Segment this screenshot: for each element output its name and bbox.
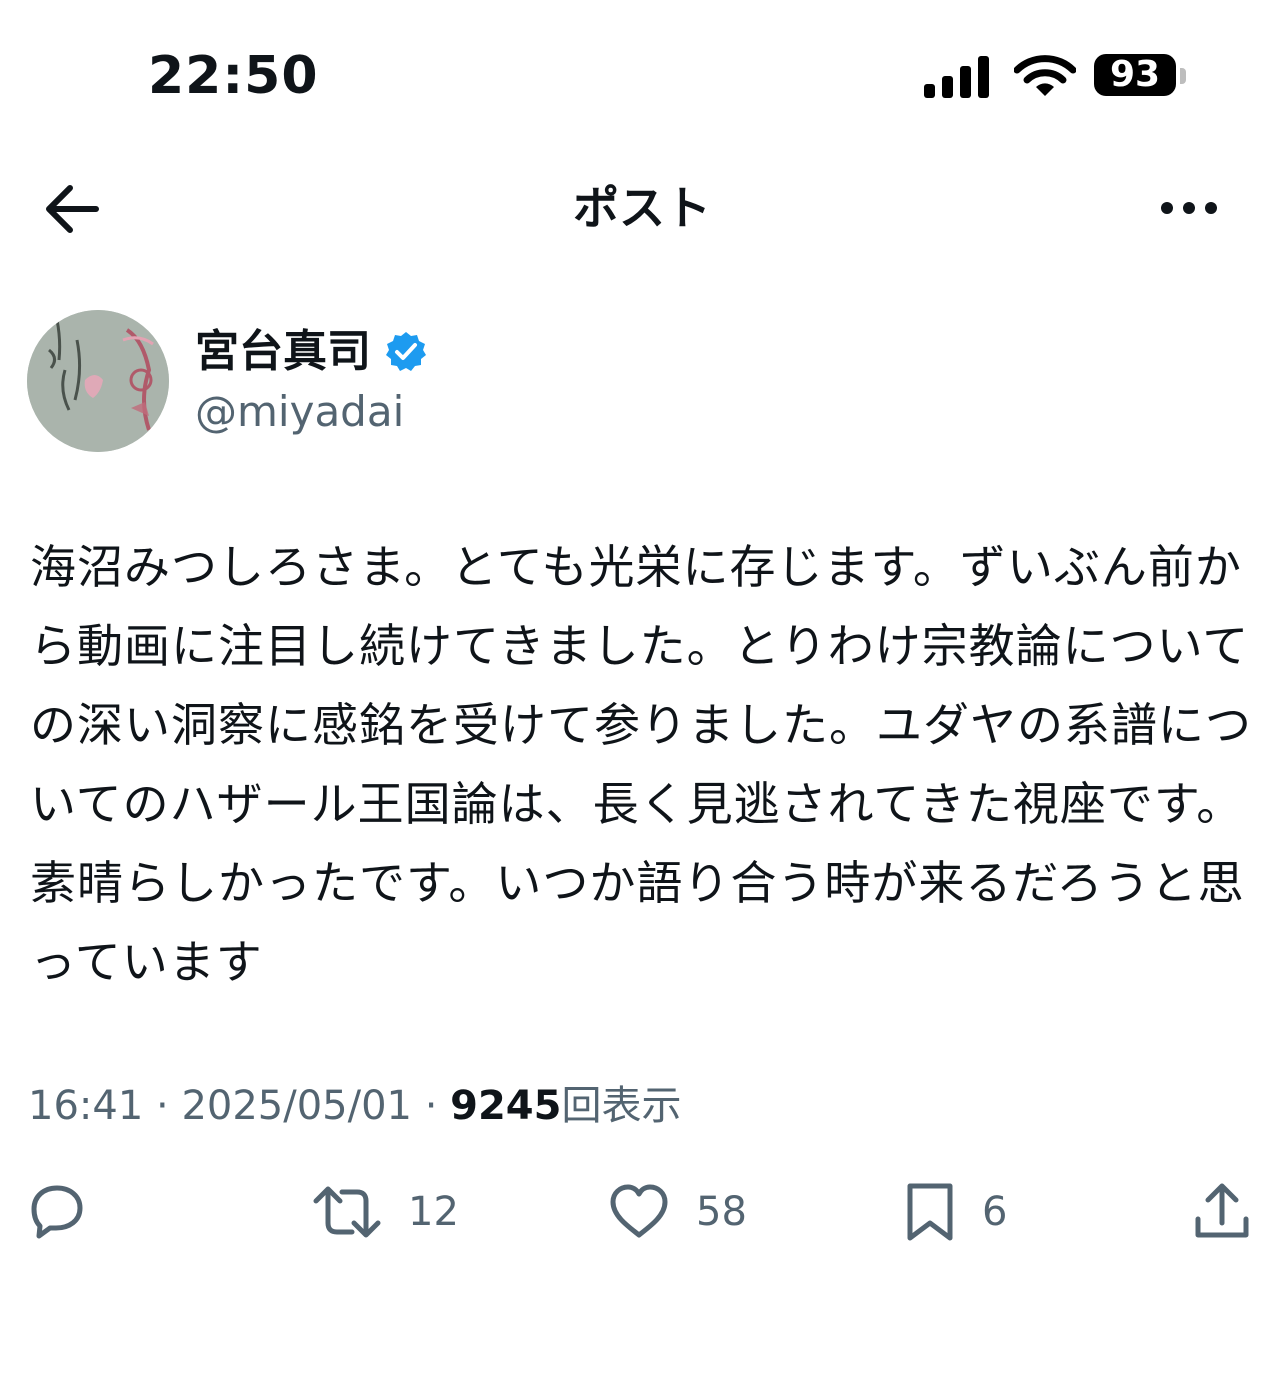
battery-cap [1180,68,1186,84]
page-title: ポスト [573,181,711,235]
like-count: 58 [696,1189,747,1235]
meta-separator: · [156,1083,169,1129]
bookmark-button[interactable]: 6 [904,1180,1007,1244]
battery-level: 93 [1109,54,1161,95]
views-count: 9245 [450,1083,562,1129]
status-icons: 93 [922,52,1192,102]
retweet-count: 12 [408,1189,459,1235]
reply-button[interactable] [26,1180,114,1244]
verified-badge-icon [386,332,426,371]
share-icon [1195,1183,1249,1238]
bookmark-count: 6 [982,1189,1008,1235]
meta-separator: · [424,1083,438,1129]
more-button[interactable] [1154,186,1224,230]
share-button[interactable] [1192,1180,1278,1244]
display-name[interactable]: 宮台真司 [195,322,371,382]
avatar-image [27,310,169,452]
arrow-left-icon [46,185,99,233]
battery-icon: 93 [1094,54,1176,96]
post-date[interactable]: 2025/05/01 [181,1083,412,1129]
author-handle[interactable]: @miyadai [195,384,404,440]
status-time: 22:50 [148,46,319,106]
more-horizontal-icon [1161,202,1217,214]
views-label: 回表示 [561,1083,682,1129]
post-text: 海沼みつしろさま。とても光栄に存じます。ずいぶん前から動画に注目し続けてきました… [30,540,1252,989]
retweet-icon [313,1186,381,1238]
back-button[interactable] [40,176,106,242]
avatar[interactable] [27,310,169,452]
reply-icon [31,1185,83,1239]
post-meta: 16:41 · 2025/05/01 · 9245回表示 [28,1078,681,1134]
retweet-button[interactable]: 12 [312,1180,459,1244]
like-button[interactable]: 58 [608,1180,747,1244]
post-time[interactable]: 16:41 [28,1083,143,1129]
heart-icon [610,1184,668,1238]
bookmark-icon [907,1183,953,1241]
wifi-icon [1014,55,1076,96]
signal-icon [924,56,989,98]
